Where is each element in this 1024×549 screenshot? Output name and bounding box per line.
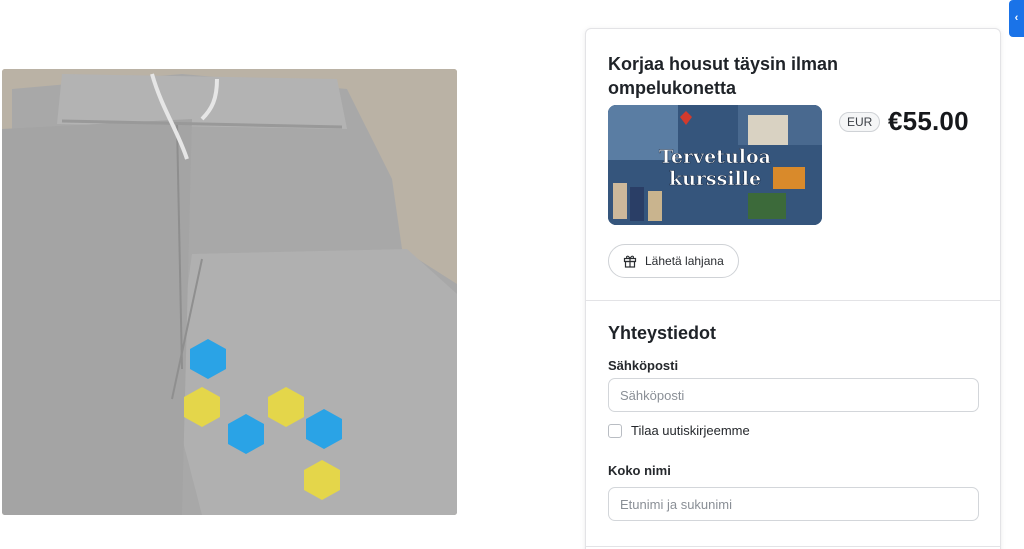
divider <box>586 546 1000 547</box>
price: €55.00 <box>888 106 969 136</box>
product-title: Korjaa housut täysin ilman ompelukonetta <box>608 54 839 98</box>
divider <box>586 300 1000 301</box>
thumbnail-text-line1: Tervetuloa <box>659 146 771 168</box>
full-name-label: Koko nimi <box>608 463 671 478</box>
full-name-field[interactable] <box>608 487 979 521</box>
product-photo <box>2 69 457 515</box>
newsletter-checkbox[interactable] <box>608 423 622 438</box>
email-field[interactable] <box>608 378 979 412</box>
email-label: Sähköposti <box>608 358 679 373</box>
send-as-gift-button[interactable]: Lähetä lahjana <box>608 244 739 278</box>
currency-badge: EUR <box>839 112 881 132</box>
newsletter-checkbox-row[interactable]: Tilaa uutiskirjeemme <box>608 423 750 438</box>
send-as-gift-label: Lähetä lahjana <box>645 254 724 268</box>
newsletter-label: Tilaa uutiskirjeemme <box>631 423 750 438</box>
chevron-left-icon[interactable]: ‹ <box>1009 0 1024 37</box>
checkout-panel: Korjaa housut täysin ilman ompelukonetta… <box>585 28 1001 549</box>
gift-icon <box>623 254 637 268</box>
contact-section-title: Yhteystiedot <box>608 323 717 343</box>
thumbnail-text-line2: kurssille <box>669 168 761 190</box>
product-thumbnail: Tervetuloa kurssille <box>608 105 822 225</box>
page: Korjaa housut täysin ilman ompelukonetta… <box>0 0 1024 549</box>
